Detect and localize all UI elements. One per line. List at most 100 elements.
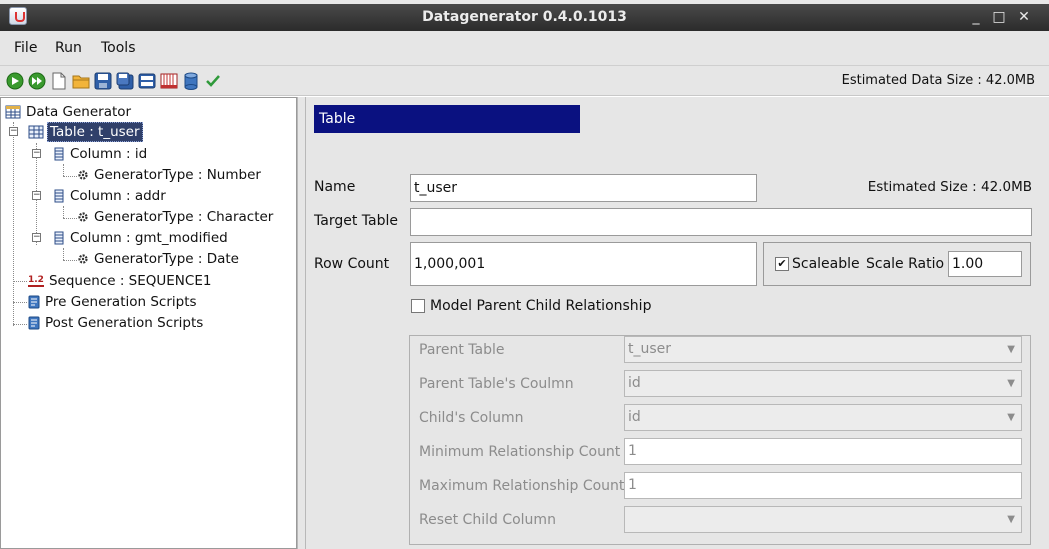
name-label: Name xyxy=(314,179,356,195)
window-title: Datagenerator 0.4.0.1013 xyxy=(422,9,627,25)
tree-connector xyxy=(13,122,14,326)
tree-item-generator-character[interactable]: GeneratorType : Character xyxy=(77,207,275,227)
child-column-select[interactable]: id ▼ xyxy=(624,404,1022,431)
menu-run[interactable]: Run xyxy=(55,40,82,56)
parent-column-select[interactable]: id ▼ xyxy=(624,370,1022,397)
maximize-button[interactable]: □ xyxy=(990,7,1008,27)
tree-root[interactable]: Data Generator xyxy=(5,102,133,122)
tree-item-table[interactable]: Table : t_user xyxy=(28,122,143,142)
scale-ratio-label: Scale Ratio xyxy=(866,256,945,272)
model-parent-child-checkbox[interactable] xyxy=(411,299,425,313)
tree-item-pre-scripts-label: Pre Generation Scripts xyxy=(45,294,197,310)
tree-item-column-addr-label: Column : addr xyxy=(70,188,166,204)
tree-item-column-gmt-modified[interactable]: Column : gmt_modified xyxy=(53,228,230,248)
tree-item-generator-character-label: GeneratorType : Character xyxy=(94,209,274,225)
child-column-value: id xyxy=(628,409,641,425)
close-button[interactable]: ✕ xyxy=(1015,7,1033,27)
max-count-input[interactable]: 1 xyxy=(624,472,1022,499)
column-icon xyxy=(54,147,64,161)
tree-item-pre-scripts[interactable]: Pre Generation Scripts xyxy=(28,292,199,312)
parent-column-label: Parent Table's Coulmn xyxy=(419,376,574,392)
menu-bar: File Run Tools xyxy=(0,31,1049,66)
min-count-input[interactable]: 1 xyxy=(624,438,1022,465)
tree-item-column-id-label: Column : id xyxy=(70,146,148,162)
save-all-icon[interactable] xyxy=(138,72,156,90)
script-icon xyxy=(28,316,40,330)
row-count-input[interactable] xyxy=(410,242,757,286)
model-parent-child-label: Model Parent Child Relationship xyxy=(430,298,652,314)
name-input[interactable] xyxy=(410,174,757,202)
script-icon xyxy=(28,295,40,309)
tree-connector xyxy=(63,164,64,176)
collapse-toggle-icon[interactable]: − xyxy=(32,233,41,242)
toolbar: Estimated Data Size : 42.0MB xyxy=(0,66,1049,96)
parent-table-value: t_user xyxy=(628,341,672,357)
parent-table-select[interactable]: t_user ▼ xyxy=(624,336,1022,363)
dropdown-arrow-icon: ▼ xyxy=(1007,412,1015,423)
tree-connector xyxy=(13,302,27,303)
target-table-label: Target Table xyxy=(314,213,398,229)
reset-child-label: Reset Child Column xyxy=(419,512,556,528)
gear-icon xyxy=(78,254,88,264)
tree-item-table-label: Table : t_user xyxy=(47,122,143,142)
tree-item-post-scripts[interactable]: Post Generation Scripts xyxy=(28,313,205,333)
tree-item-column-addr[interactable]: Column : addr xyxy=(53,186,168,206)
tree-connector xyxy=(13,281,27,282)
dropdown-arrow-icon: ▼ xyxy=(1007,514,1015,525)
save-as-icon[interactable] xyxy=(116,72,134,90)
minimize-button[interactable]: _ xyxy=(967,7,985,27)
new-icon[interactable] xyxy=(50,72,68,90)
window-titlebar[interactable]: Datagenerator 0.4.0.1013 _ □ ✕ xyxy=(0,4,1049,31)
min-count-label: Minimum Relationship Count xyxy=(419,444,621,460)
estimated-size: Estimated Size : 42.0MB xyxy=(867,179,1032,195)
tree-connector xyxy=(13,324,27,325)
gear-icon xyxy=(78,170,88,180)
target-table-input[interactable] xyxy=(410,208,1032,236)
scale-options-group: ✔ Scaleable Scale Ratio xyxy=(763,242,1031,286)
tree-item-column-gmt-label: Column : gmt_modified xyxy=(70,230,228,246)
tree-connector xyxy=(63,206,64,218)
parent-table-label: Parent Table xyxy=(419,342,505,358)
tree-item-column-id[interactable]: Column : id xyxy=(53,144,149,164)
menu-file[interactable]: File xyxy=(14,40,37,56)
tree-connector xyxy=(63,260,77,261)
table-properties-panel: Table Name Estimated Size : 42.0MB Targe… xyxy=(306,97,1049,549)
tree-item-generator-date-label: GeneratorType : Date xyxy=(94,251,239,267)
split-pane-divider[interactable] xyxy=(297,97,306,549)
gear-icon xyxy=(78,212,88,222)
row-count-label: Row Count xyxy=(314,256,390,272)
run-all-icon[interactable] xyxy=(28,72,46,90)
dropdown-arrow-icon: ▼ xyxy=(1007,344,1015,355)
database-table-icon xyxy=(5,105,21,119)
scaleable-label: Scaleable xyxy=(792,256,860,272)
tree-connector xyxy=(63,218,77,219)
estimated-data-size: Estimated Data Size : 42.0MB xyxy=(841,73,1035,88)
relationship-group: Parent Table t_user ▼ Parent Table's Coul… xyxy=(409,335,1031,545)
section-header: Table xyxy=(314,105,580,133)
database-icon[interactable] xyxy=(182,72,200,90)
run-icon[interactable] xyxy=(6,72,24,90)
reset-child-select[interactable]: ▼ xyxy=(624,506,1022,533)
collapse-toggle-icon[interactable]: − xyxy=(9,127,18,136)
child-column-label: Child's Column xyxy=(419,410,524,426)
sequence-icon: 1.2 xyxy=(28,275,44,287)
table-chart-icon[interactable] xyxy=(160,72,178,90)
tree-item-generator-date[interactable]: GeneratorType : Date xyxy=(77,249,241,269)
parent-column-value: id xyxy=(628,375,641,391)
tree-connector xyxy=(63,248,64,260)
dropdown-arrow-icon: ▼ xyxy=(1007,378,1015,389)
tree-connector xyxy=(63,176,77,177)
scale-ratio-input[interactable] xyxy=(948,251,1022,277)
tree-root-label: Data Generator xyxy=(26,104,132,120)
project-tree[interactable]: Data Generator − Table : t_user − Column… xyxy=(0,97,297,549)
tree-item-generator-number-label: GeneratorType : Number xyxy=(94,167,261,183)
collapse-toggle-icon[interactable]: − xyxy=(32,149,41,158)
tree-item-generator-number[interactable]: GeneratorType : Number xyxy=(77,165,263,185)
menu-tools[interactable]: Tools xyxy=(101,40,136,56)
collapse-toggle-icon[interactable]: − xyxy=(32,191,41,200)
open-folder-icon[interactable] xyxy=(72,72,90,90)
tree-item-sequence[interactable]: 1.2 Sequence : SEQUENCE1 xyxy=(28,271,213,291)
validate-check-icon[interactable] xyxy=(204,72,222,90)
scaleable-checkbox[interactable]: ✔ xyxy=(775,257,789,271)
save-icon[interactable] xyxy=(94,72,112,90)
